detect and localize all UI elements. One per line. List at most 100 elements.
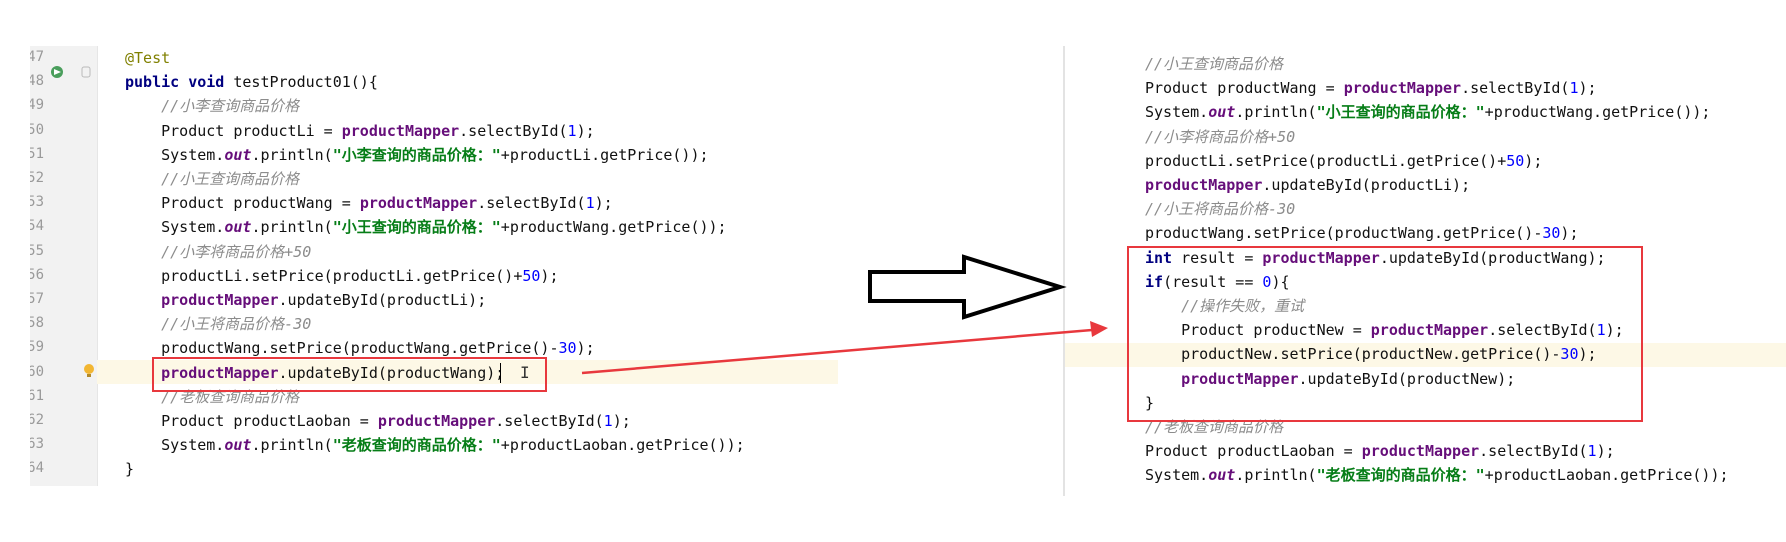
- code-token: .println(: [251, 436, 333, 455]
- code-token: productLi.setPrice(productLi.getPrice()+: [1145, 151, 1507, 170]
- code-token: 30: [558, 339, 577, 358]
- code-line[interactable]: //小李将商品价格+50: [125, 240, 311, 264]
- code-line[interactable]: //小王将商品价格-30: [1145, 197, 1295, 221]
- code-line[interactable]: System.out.println("老板查询的商品价格："+productL…: [1145, 463, 1729, 487]
- code-token: );: [576, 339, 595, 358]
- code-token: );: [594, 194, 613, 213]
- code-token: productMapper: [359, 194, 478, 213]
- caret: [500, 363, 501, 383]
- code-line[interactable]: System.out.println("小李查询的商品价格："+productL…: [125, 143, 708, 167]
- code-line[interactable]: //小王将商品价格-30: [125, 312, 311, 336]
- code-token: );: [1560, 224, 1579, 243]
- run-test-icon[interactable]: [51, 66, 63, 78]
- code-token: public void: [125, 73, 234, 92]
- code-token: //小王查询商品价格: [1145, 55, 1284, 73]
- code-token: .selectById(: [1479, 442, 1588, 461]
- code-token: //小李查询商品价格: [125, 97, 300, 116]
- code-token: Product productWang =: [1145, 79, 1344, 98]
- code-line[interactable]: Product productWang = productMapper.sele…: [1145, 76, 1597, 100]
- code-token: //小李将商品价格+50: [1145, 127, 1296, 146]
- code-line[interactable]: productMapper.updateById(productLi);: [125, 288, 486, 312]
- code-line[interactable]: System.out.println("小王查询的商品价格："+productW…: [1145, 100, 1710, 124]
- code-line[interactable]: Product productWang = productMapper.sele…: [125, 191, 613, 215]
- code-token: +productLaoban.getPrice());: [1484, 466, 1729, 485]
- code-token: productMapper: [377, 412, 496, 430]
- highlight-box-retry-logic: [1127, 246, 1643, 422]
- code-token: );: [540, 266, 559, 285]
- code-token: productMapper: [1145, 176, 1263, 194]
- highlight-box-original-update: [152, 357, 547, 392]
- code-token: out: [224, 218, 252, 237]
- code-line[interactable]: Product productLi = productMapper.select…: [125, 119, 595, 143]
- code-token: );: [1578, 79, 1597, 98]
- code-token: .selectById(: [495, 412, 604, 430]
- code-line[interactable]: Product productLaoban = productMapper.se…: [125, 409, 631, 433]
- code-line[interactable]: productLi.setPrice(productLi.getPrice()+…: [125, 264, 558, 288]
- code-token: "小王查询的商品价格：": [332, 218, 501, 237]
- code-line[interactable]: productMapper.updateById(productLi);: [1145, 173, 1470, 197]
- code-token: productWang.setPrice(productWang.getPric…: [1145, 224, 1543, 243]
- code-line[interactable]: productWang.setPrice(productWang.getPric…: [1145, 221, 1578, 245]
- code-token: 1: [1569, 79, 1579, 98]
- code-token: Product productLaoban =: [125, 412, 378, 430]
- code-token: productMapper: [1361, 442, 1480, 461]
- left-code-editor[interactable]: @Test 47 public void testProduct01(){48 //…: [30, 46, 850, 486]
- code-token: System.: [1145, 466, 1209, 485]
- code-token: .println(: [251, 145, 333, 164]
- code-token: 1: [1587, 442, 1597, 461]
- code-token: 1: [603, 412, 613, 430]
- code-line[interactable]: //小王查询商品价格: [125, 167, 299, 191]
- code-token: "老板查询的商品价格：": [1316, 466, 1485, 485]
- code-token: 1: [585, 194, 595, 213]
- code-token: Product productWang =: [125, 194, 360, 213]
- code-line[interactable]: @Test: [125, 46, 170, 70]
- code-token: 50: [1506, 151, 1525, 170]
- code-token: .selectById(: [477, 194, 586, 213]
- code-line[interactable]: System.out.println("小王查询的商品价格："+productW…: [125, 215, 727, 239]
- code-token: out: [224, 436, 252, 455]
- code-token: System.: [125, 145, 225, 164]
- code-token: System.: [1145, 103, 1209, 122]
- code-token: //小李将商品价格+50: [125, 242, 312, 261]
- code-token: 1: [567, 121, 577, 140]
- code-line[interactable]: productLi.setPrice(productLi.getPrice()+…: [1145, 149, 1542, 173]
- code-token: productMapper: [161, 291, 279, 309]
- code-token: //小王查询商品价格: [125, 170, 300, 188]
- code-token: 30: [1542, 224, 1561, 243]
- code-token: out: [1208, 103, 1236, 122]
- code-token: out: [1208, 466, 1236, 485]
- right-code-editor[interactable]: //小王查询商品价格 Product productWang = productM…: [1063, 46, 1786, 496]
- text-cursor-icon: I: [520, 363, 530, 382]
- code-token: @Test: [125, 49, 171, 67]
- code-line[interactable]: public void testProduct01(){: [125, 70, 378, 94]
- code-token: .println(: [1235, 103, 1317, 122]
- code-token: +productWang.getPrice());: [500, 218, 727, 237]
- code-token: System.: [125, 436, 225, 455]
- code-token: //小王将商品价格-30: [125, 315, 312, 334]
- code-line[interactable]: System.out.println("老板查询的商品价格："+productL…: [125, 433, 745, 457]
- code-token: .updateById(productLi);: [278, 291, 487, 309]
- code-token: }: [125, 460, 135, 479]
- gutter-icons: [51, 66, 94, 377]
- code-line[interactable]: }: [125, 457, 134, 481]
- code-token: "小李查询的商品价格：": [332, 145, 501, 164]
- code-line[interactable]: //小李将商品价格+50: [1145, 125, 1295, 149]
- code-token: productWang.setPrice(productWang.getPric…: [125, 339, 559, 358]
- code-token: productMapper: [341, 121, 460, 140]
- code-token: );: [612, 412, 631, 430]
- code-line[interactable]: Product productLaoban = productMapper.se…: [1145, 439, 1615, 463]
- code-token: productMapper: [1343, 79, 1462, 98]
- code-line[interactable]: //小李查询商品价格: [125, 94, 299, 118]
- code-token: +productLaoban.getPrice());: [500, 436, 745, 455]
- code-token: "小王查询的商品价格：": [1316, 103, 1485, 122]
- code-token: .selectById(: [459, 121, 568, 140]
- code-token: );: [1596, 442, 1615, 461]
- fold-icon[interactable]: [81, 66, 91, 78]
- code-token: Product productLaoban =: [1145, 442, 1362, 461]
- code-token: productLi.setPrice(productLi.getPrice()+: [125, 266, 523, 285]
- code-line[interactable]: //小王查询商品价格: [1145, 52, 1283, 76]
- code-token: System.: [125, 218, 225, 237]
- lightbulb-icon[interactable]: [84, 364, 94, 377]
- code-token: .println(: [1235, 466, 1317, 485]
